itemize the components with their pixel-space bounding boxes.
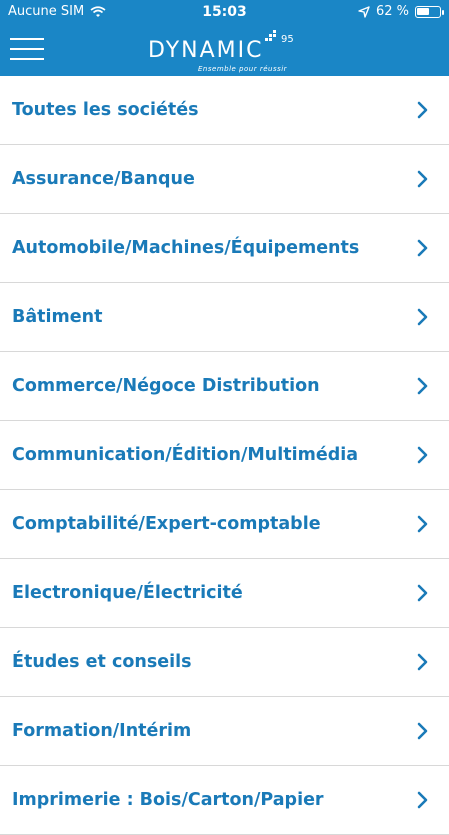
category-label: Formation/Intérim [12,721,192,741]
list-item[interactable]: Comptabilité/Expert-comptable [0,490,449,559]
category-label: Assurance/Banque [12,169,195,189]
list-item[interactable]: Bâtiment [0,283,449,352]
logo-word: DYNAMIC [148,38,264,63]
list-item[interactable]: Assurance/Banque [0,145,449,214]
list-item[interactable]: Commerce/Négoce Distribution [0,352,449,421]
status-right: 62 % [358,4,444,19]
list-item[interactable]: Imprimerie : Bois/Carton/Papier [0,766,449,835]
category-list: Toutes les sociétés Assurance/Banque Aut… [0,76,449,835]
list-item[interactable]: Communication/Édition/Multimédia [0,421,449,490]
category-label: Electronique/Électricité [12,583,243,603]
category-label: Communication/Édition/Multimédia [12,445,359,465]
logo-number: 95 [281,34,294,45]
app-logo: DYNAMIC 95 Ensemble pour réussir [148,30,308,74]
category-label: Commerce/Négoce Distribution [12,376,320,396]
category-label: Toutes les sociétés [12,100,199,120]
list-item[interactable]: Formation/Intérim [0,697,449,766]
list-item[interactable]: Toutes les sociétés [0,76,449,145]
category-label: Automobile/Machines/Équipements [12,238,360,258]
nav-bar: DYNAMIC 95 Ensemble pour réussir [0,24,449,76]
chevron-right-icon [417,308,428,326]
chevron-right-icon [417,101,428,119]
chevron-right-icon [417,584,428,602]
category-label: Études et conseils [12,652,192,672]
battery-fill [417,7,429,15]
chevron-right-icon [417,170,428,188]
chevron-right-icon [417,446,428,464]
logo-tagline: Ensemble pour réussir [198,65,288,73]
chevron-right-icon [417,239,428,257]
hamburger-menu-icon[interactable] [10,38,44,64]
category-label: Imprimerie : Bois/Carton/Papier [12,790,324,810]
chevron-right-icon [417,653,428,671]
battery-percent: 62 % [375,4,409,19]
status-bar: Aucune SIM 15:03 62 % [0,0,449,24]
category-label: Bâtiment [12,307,103,327]
list-item[interactable]: Electronique/Électricité [0,559,449,628]
location-arrow-icon [358,5,370,18]
battery-icon [415,5,444,18]
list-item[interactable]: Automobile/Machines/Équipements [0,214,449,283]
list-item[interactable]: Études et conseils [0,628,449,697]
category-label: Comptabilité/Expert-comptable [12,514,321,534]
chevron-right-icon [417,791,428,809]
chevron-right-icon [417,722,428,740]
chevron-right-icon [417,515,428,533]
chevron-right-icon [417,377,428,395]
top-bar: Aucune SIM 15:03 62 % DYNAMIC 95 Ensembl… [0,0,449,76]
logo-dots [264,30,278,44]
